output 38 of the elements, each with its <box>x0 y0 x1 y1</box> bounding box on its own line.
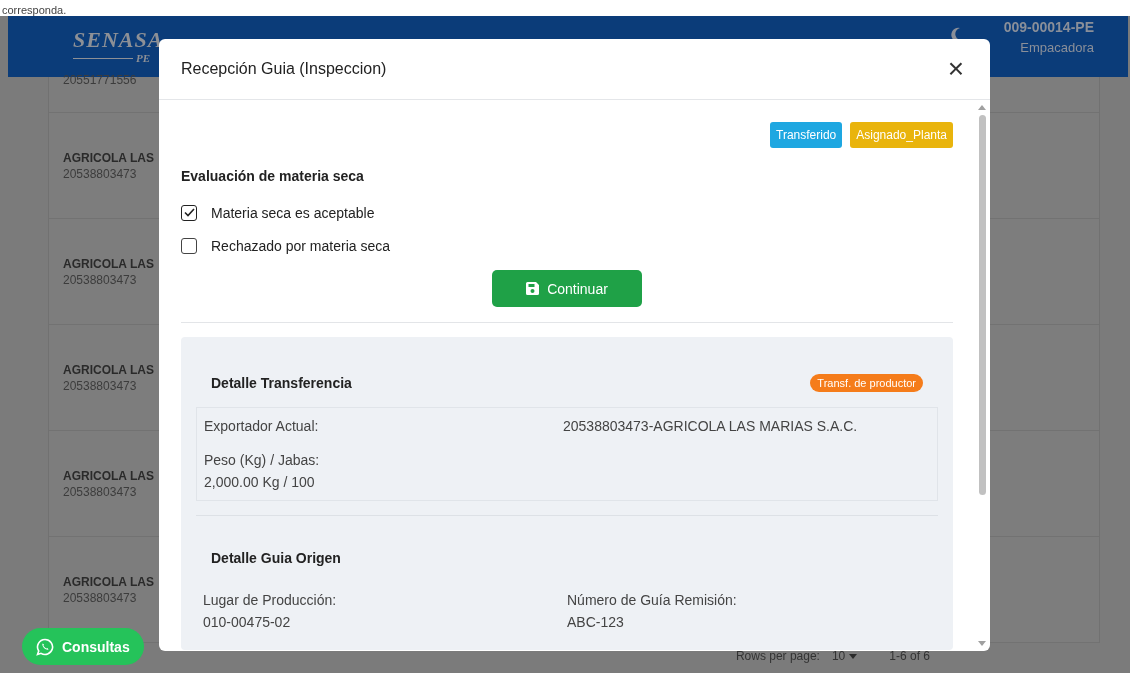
status-badge: Asignado_Planta <box>850 122 953 148</box>
company-name: AGRICOLA LAS <box>63 574 154 589</box>
field-label: Peso (Kg) / Jabas: <box>204 452 321 468</box>
company-id: 20538803473 <box>63 272 137 287</box>
rows-per-page-select[interactable]: 10 <box>831 649 858 663</box>
rows-per-page-label: Rows per page: <box>735 649 820 663</box>
company-id: 20538803473 <box>63 590 137 605</box>
section-heading: Detalle Guia Origen <box>211 550 341 566</box>
section-heading: Detalle Transferencia <box>211 375 352 391</box>
continue-button[interactable]: Continuar <box>492 270 642 307</box>
company-name: AGRICOLA LAS <box>63 362 154 377</box>
field-value: 20538803473-AGRICOLA LAS MARIAS S.A.C. <box>563 418 859 434</box>
section-heading: Evaluación de materia seca <box>181 168 365 184</box>
field-label: Lugar de Producción: <box>203 592 338 608</box>
logo: SENASA PE <box>73 28 164 64</box>
page-text: corresponda. <box>2 3 67 18</box>
field-value: 010-00475-02 <box>203 614 292 630</box>
field-value: ABC-123 <box>567 614 625 630</box>
company-name: AGRICOLA LAS <box>63 150 154 165</box>
status-badge: Transferido <box>770 122 843 148</box>
field-label: Número de Guía Remisión: <box>567 592 738 608</box>
modal-title: Recepción Guia (Inspeccion) <box>181 60 387 78</box>
chat-button[interactable]: Consultas <box>22 628 144 665</box>
close-button[interactable]: × <box>943 56 968 82</box>
checkbox-label: Materia seca es aceptable <box>211 204 375 221</box>
company-id: 20538803473 <box>63 378 137 393</box>
page-range: 1-6 of 6 <box>889 649 930 663</box>
field-value: 2,000.00 Kg / 100 <box>204 474 316 490</box>
user-code: 009-00014-PE <box>1003 19 1094 35</box>
company-id: 20551771556 <box>63 73 137 87</box>
company-name: AGRICOLA LAS <box>63 468 154 483</box>
company-id: 20538803473 <box>63 166 137 181</box>
type-badge: Transf. de productor <box>810 374 923 392</box>
checkbox-label: Rechazado por materia seca <box>211 237 390 254</box>
company-id: 20538803473 <box>63 484 137 499</box>
user-role: Empacadora <box>1020 40 1094 55</box>
company-name: AGRICOLA LAS <box>63 256 154 271</box>
field-label: Exportador Actual: <box>204 418 320 434</box>
